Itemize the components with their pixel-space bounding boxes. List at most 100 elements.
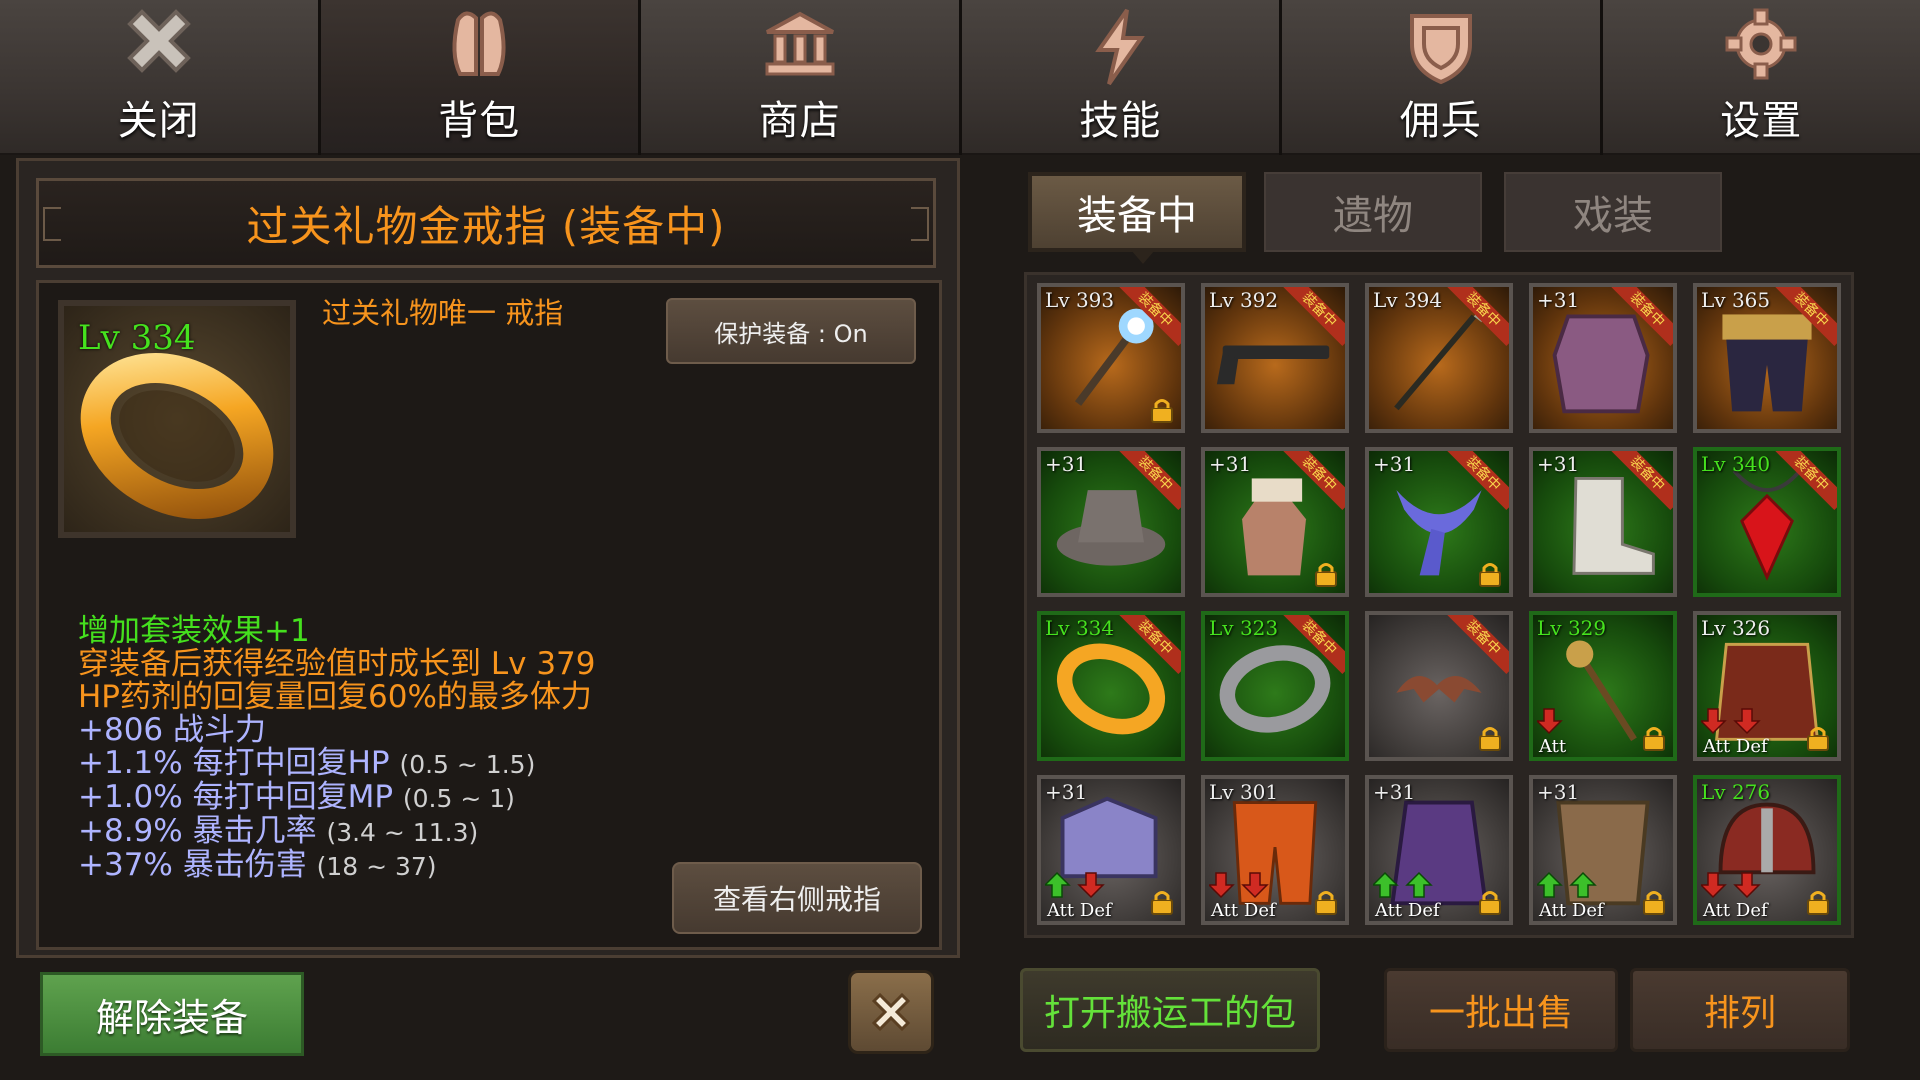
item-subtitle: 过关礼物唯一 戒指 [322, 296, 564, 330]
slot-level: Lv 276 [1701, 780, 1771, 804]
stat-compare-label: Att Def [1211, 900, 1276, 921]
inventory-slot[interactable]: +31 装备中 [1037, 447, 1185, 597]
shield-icon [1409, 14, 1472, 85]
lock-icon [1477, 725, 1503, 751]
sort-button[interactable]: 排列 [1630, 968, 1850, 1052]
nav-settings-label: 设置 [1720, 98, 1803, 144]
inventory-slot[interactable]: 装备中 [1365, 611, 1513, 761]
nav-shop-button[interactable]: 商店 [641, 0, 959, 155]
inventory-slot[interactable]: +31 装备中 [1365, 447, 1513, 597]
nav-close-label: 关闭 [117, 98, 200, 144]
nav-close-button[interactable]: 关闭 [0, 0, 318, 155]
open-porter-bag-button[interactable]: 打开搬运工的包 [1020, 968, 1320, 1052]
item-title-bar: 过关礼物金戒指 (装备中) [36, 178, 936, 268]
tab-costume-label: 戏装 [1573, 193, 1653, 239]
inventory-slot[interactable]: +31 装备中 [1529, 447, 1677, 597]
inventory-slot[interactable]: Lv 326 Att Def [1693, 611, 1841, 761]
bulk-sell-button[interactable]: 一批出售 [1384, 968, 1618, 1052]
close-icon [871, 992, 911, 1032]
lock-icon [1313, 889, 1339, 915]
inventory-slot[interactable]: Lv 329 Att [1529, 611, 1677, 761]
slot-level: Lv 394 [1373, 288, 1443, 312]
stat-compare-label: Att Def [1375, 900, 1440, 921]
protect-equipment-toggle[interactable]: 保护装备 : On [666, 298, 916, 364]
top-nav: 关闭 背包 商店 技能 佣兵 设置 [0, 0, 1920, 155]
slot-level: Lv 340 [1701, 452, 1771, 476]
stat-compare-label: Att Def [1539, 900, 1604, 921]
close-detail-button[interactable] [848, 970, 934, 1054]
inventory-slot[interactable]: Lv 334 装备中 [1037, 611, 1185, 761]
view-right-ring-button[interactable]: 查看右侧戒指 [672, 862, 922, 934]
inventory-slot[interactable]: Lv 394 装备中 [1365, 283, 1513, 433]
inventory-slot[interactable]: Lv 392 装备中 [1201, 283, 1349, 433]
tab-relics[interactable]: 遗物 [1264, 172, 1482, 252]
inventory-slot[interactable]: Lv 323 装备中 [1201, 611, 1349, 761]
nav-mercenary-button[interactable]: 佣兵 [1282, 0, 1600, 155]
stat-compare-arrows-icon [1701, 708, 1761, 735]
slot-level: Lv 365 [1701, 288, 1771, 312]
slot-level: +31 [1373, 452, 1416, 476]
stat-line: HP药剂的回复量回复60%的最多体力 [78, 679, 592, 715]
stat-compare-arrows-icon [1045, 871, 1105, 899]
nav-skill-label: 技能 [1079, 98, 1162, 144]
stat-compare-arrows-icon [1701, 872, 1761, 899]
lock-icon [1477, 561, 1503, 587]
tab-equipped-label: 装备中 [1077, 193, 1197, 239]
slot-level: Lv 334 [1045, 616, 1115, 640]
stat-line: 增加套装效果+1 [78, 613, 310, 649]
stat-line: +8.9% 暴击几率 (3.4 ~ 11.3) [78, 813, 479, 849]
lock-icon [1313, 561, 1339, 587]
slot-level: Lv 301 [1209, 780, 1279, 804]
inventory-slot[interactable]: Lv 340 装备中 [1693, 447, 1841, 597]
nav-mercenary-label: 佣兵 [1399, 98, 1482, 144]
inventory-slot[interactable]: Lv 365 装备中 [1693, 283, 1841, 433]
slot-level: +31 [1537, 288, 1580, 312]
shop-icon [765, 11, 835, 76]
tab-relics-label: 遗物 [1333, 193, 1413, 239]
lock-icon [1477, 889, 1503, 915]
lock-icon [1805, 889, 1831, 915]
nav-backpack-label: 背包 [438, 98, 521, 144]
stat-line: +37% 暴击伤害 (18 ~ 37) [78, 847, 437, 883]
slot-level: Lv 326 [1701, 616, 1771, 640]
inventory-slot[interactable]: +31 Att Def [1529, 775, 1677, 925]
stat-compare-label: Att Def [1703, 736, 1768, 757]
item-stats: 增加套装效果+1 穿装备后获得经验值时成长到 Lv 379 HP药剂的回复量回复… [78, 615, 596, 883]
stat-line: +1.1% 每打中回复HP (0.5 ~ 1.5) [78, 745, 536, 781]
unequip-button[interactable]: 解除装备 [40, 972, 304, 1056]
stat-compare-label: Att Def [1703, 900, 1768, 921]
slot-level: Lv 323 [1209, 616, 1279, 640]
nav-skill-button[interactable]: 技能 [961, 0, 1279, 155]
stat-line: +806 战斗力 [78, 712, 266, 748]
lock-icon [1149, 889, 1175, 915]
stat-compare-label: Att Def [1047, 900, 1112, 921]
stat-compare-arrows-icon [1373, 871, 1433, 898]
stat-line: +1.0% 每打中回复MP (0.5 ~ 1) [78, 779, 515, 815]
inventory-slot[interactable]: +31 装备中 [1201, 447, 1349, 597]
stat-compare-arrows-icon [1537, 708, 1563, 735]
inventory-slot[interactable]: Lv 276 Att Def [1693, 775, 1841, 925]
nav-settings-button[interactable]: 设置 [1602, 0, 1920, 155]
stat-compare-label: Att [1539, 736, 1567, 757]
inventory-slot[interactable]: +31 Att Def [1037, 775, 1185, 925]
lock-icon [1641, 889, 1667, 915]
lock-icon [1641, 725, 1667, 751]
tab-costume[interactable]: 戏装 [1504, 172, 1722, 252]
inventory-slot[interactable]: Lv 393 装备中 [1037, 283, 1185, 433]
slot-level: +31 [1045, 452, 1088, 476]
item-title: 过关礼物金戒指 (装备中) [246, 201, 726, 251]
close-icon [126, 9, 191, 73]
lightning-icon [1095, 8, 1146, 86]
stat-compare-arrows-icon [1209, 872, 1269, 899]
slot-level: +31 [1537, 452, 1580, 476]
gear-icon [1725, 8, 1797, 80]
title-deco-right [911, 207, 929, 241]
nav-backpack-button[interactable]: 背包 [320, 0, 638, 155]
inventory-slot[interactable]: +31 Att Def [1365, 775, 1513, 925]
inventory-slot[interactable]: Lv 301 Att Def [1201, 775, 1349, 925]
inventory-slot[interactable]: +31 装备中 [1529, 283, 1677, 433]
tab-equipped[interactable]: 装备中 [1028, 172, 1246, 264]
stat-line: 穿装备后获得经验值时成长到 Lv 379 [78, 646, 596, 682]
stat-compare-arrows-icon [1537, 871, 1597, 898]
lock-icon [1805, 725, 1831, 751]
